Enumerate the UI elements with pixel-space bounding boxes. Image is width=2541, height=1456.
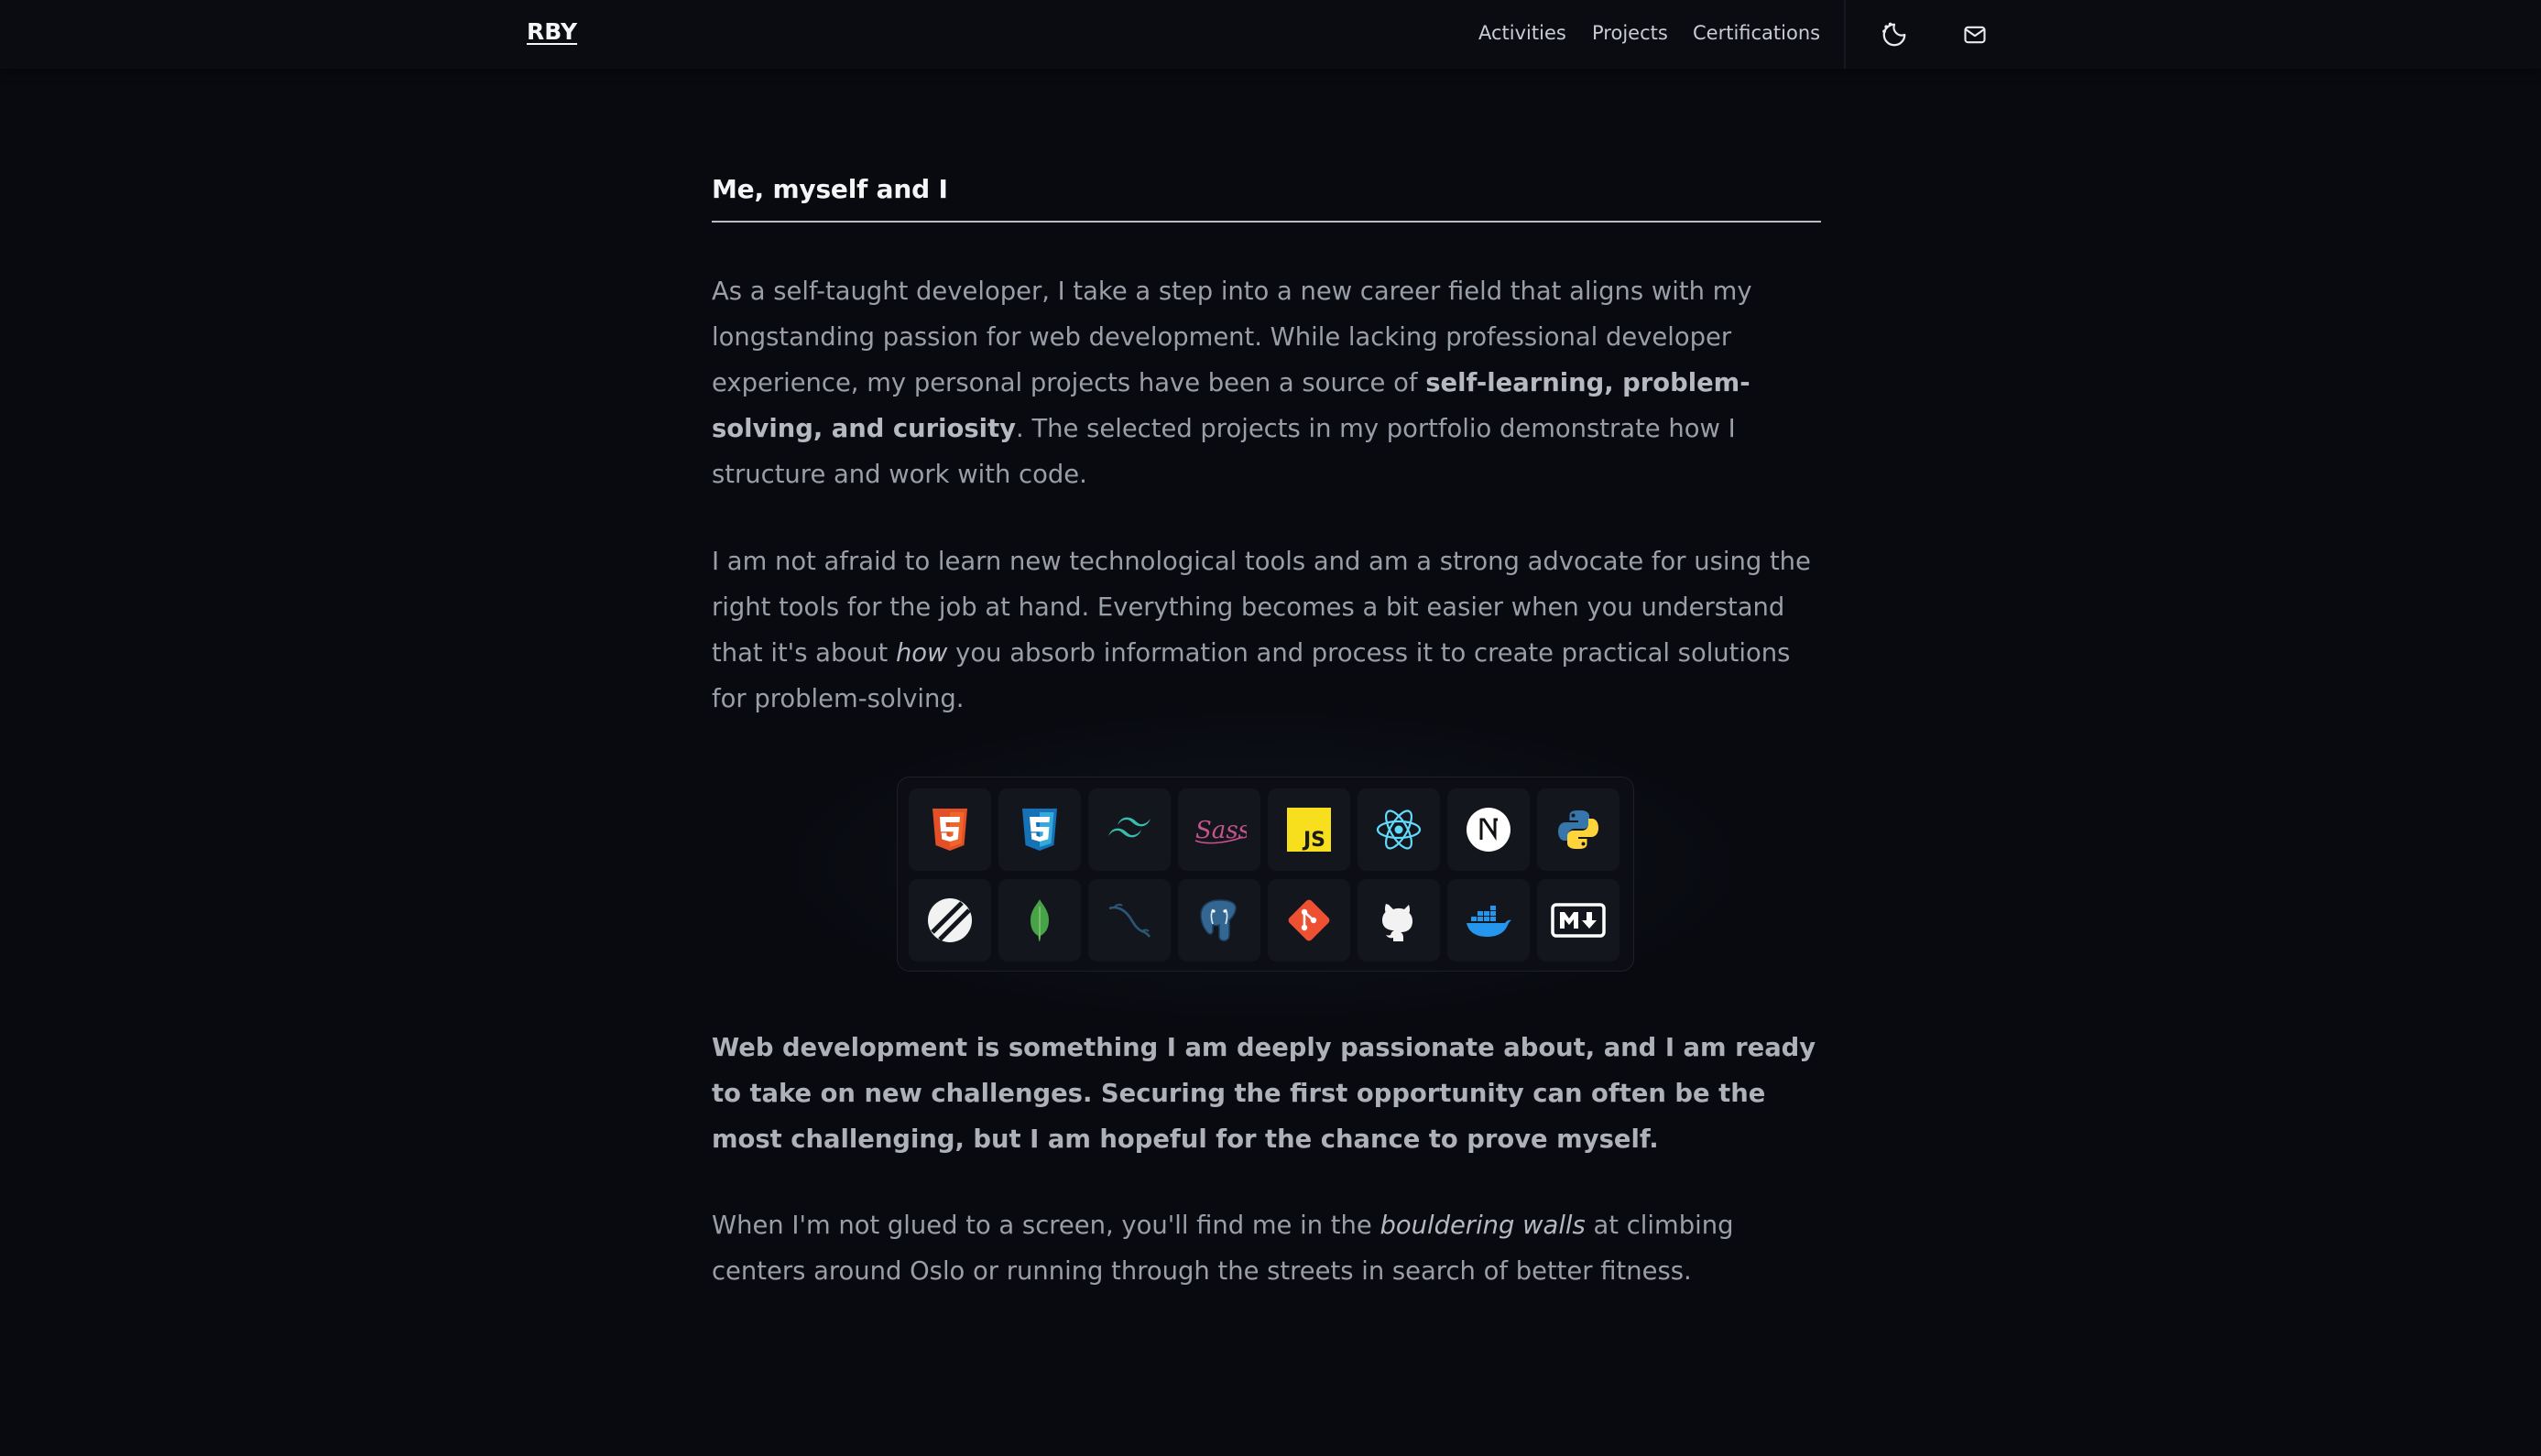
tech-tile-markdown[interactable]	[1537, 879, 1619, 962]
learning-paragraph: I am not afraid to learn new technologic…	[712, 539, 1821, 723]
section-title: Me, myself and I	[712, 174, 1821, 223]
about-section: Me, myself and I As a self-taught develo…	[712, 174, 1821, 1286]
envelope-icon	[1962, 22, 1988, 48]
nextjs-icon	[1466, 807, 1511, 853]
git-icon	[1285, 896, 1333, 944]
tech-tile-react[interactable]	[1358, 788, 1440, 871]
sass-icon: Sass	[1192, 813, 1247, 846]
tech-tile-mysql[interactable]	[1088, 879, 1171, 962]
svg-text:Sass: Sass	[1195, 817, 1247, 844]
hobbies-paragraph: When I'm not glued to a screen, you'll f…	[712, 1203, 1821, 1295]
svg-text:JS: JS	[1302, 829, 1325, 852]
postgresql-icon	[1197, 896, 1241, 944]
tech-tile-nextjs[interactable]	[1447, 788, 1530, 871]
top-navbar: RBY Activities Projects Certifications	[0, 0, 2541, 69]
mongodb-icon	[1028, 897, 1052, 943]
python-icon	[1556, 808, 1600, 852]
html5-icon	[929, 807, 971, 853]
github-icon	[1378, 899, 1420, 941]
tech-tile-tailwind[interactable]	[1088, 788, 1171, 871]
contact-mail-button[interactable]	[1958, 18, 1991, 51]
markdown-icon	[1551, 902, 1606, 939]
planetscale-icon	[927, 897, 973, 943]
tech-tile-github[interactable]	[1358, 879, 1440, 962]
learning-text-italic: how	[895, 639, 948, 668]
nav-link-certifications[interactable]: Certifications	[1693, 22, 1820, 44]
hobbies-text-italic: bouldering walls	[1380, 1212, 1586, 1240]
tech-tile-sass[interactable]: Sass	[1178, 788, 1260, 871]
tech-tile-docker[interactable]	[1447, 879, 1530, 962]
moon-half-icon	[1881, 21, 1908, 49]
page: RBY Activities Projects Certifications M…	[0, 0, 2541, 1456]
nav-link-activities[interactable]: Activities	[1478, 22, 1566, 44]
intro-paragraph: As a self-taught developer, I take a ste…	[712, 269, 1821, 498]
mysql-icon	[1104, 897, 1155, 943]
tech-tile-html5[interactable]	[909, 788, 991, 871]
nav-link-projects[interactable]: Projects	[1592, 22, 1668, 44]
tech-stack-grid: Sass JS	[897, 777, 1634, 972]
nav-divider	[1844, 0, 1846, 69]
docker-icon	[1464, 902, 1513, 939]
passion-paragraph: Web development is something I am deeply…	[712, 1034, 1816, 1154]
tech-tile-javascript[interactable]: JS	[1268, 788, 1350, 871]
javascript-icon: JS	[1287, 808, 1331, 852]
tech-tile-python[interactable]	[1537, 788, 1619, 871]
tech-tile-css3[interactable]	[998, 788, 1081, 871]
tailwind-icon	[1105, 814, 1154, 845]
css3-icon	[1019, 807, 1061, 853]
tech-tile-git[interactable]	[1268, 879, 1350, 962]
tech-tile-postgresql[interactable]	[1178, 879, 1260, 962]
brand-logo-link[interactable]: RBY	[527, 18, 577, 45]
hobbies-text-a: When I'm not glued to a screen, you'll f…	[712, 1212, 1380, 1240]
tech-tile-planetscale[interactable]	[909, 879, 991, 962]
tech-tile-mongodb[interactable]	[998, 879, 1081, 962]
theme-toggle-button[interactable]	[1878, 18, 1911, 51]
react-icon	[1374, 808, 1423, 852]
